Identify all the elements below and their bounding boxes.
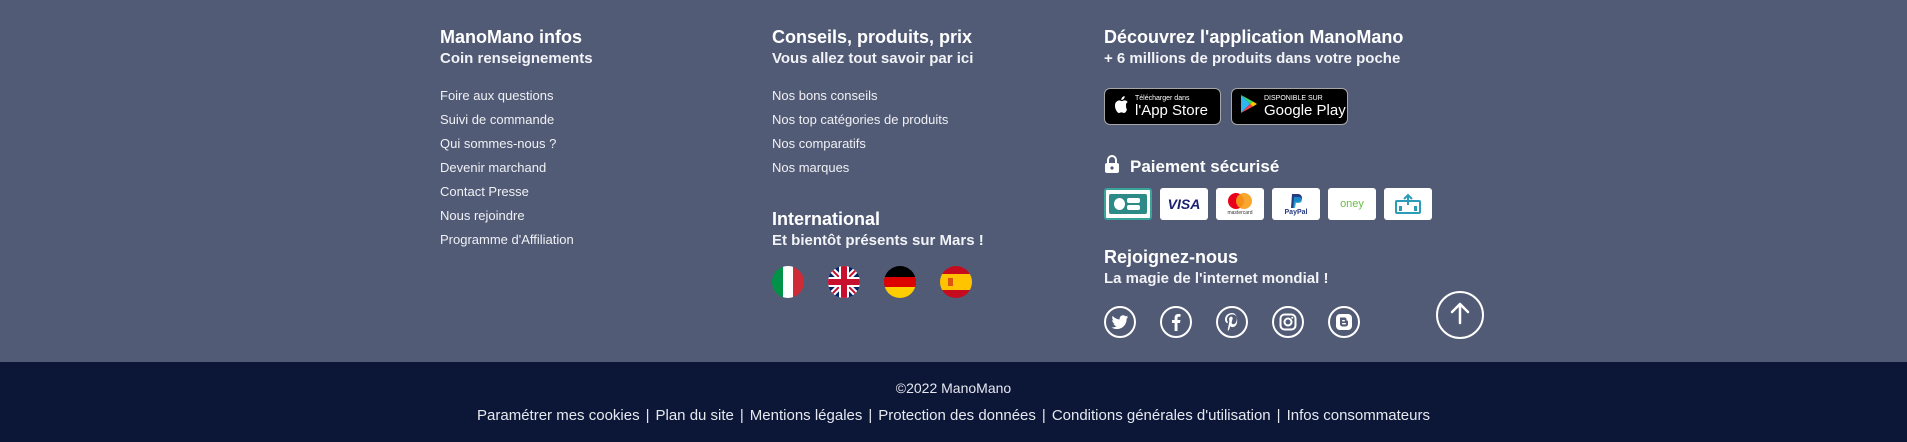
visa-card-icon: VISA bbox=[1160, 188, 1208, 220]
instagram-icon[interactable] bbox=[1272, 306, 1304, 338]
link-faq[interactable]: Foire aux questions bbox=[440, 84, 593, 108]
app-column: Découvrez l'application ManoMano + 6 mil… bbox=[1104, 26, 1432, 338]
cb-card-icon bbox=[1104, 188, 1152, 220]
link-terms[interactable]: Conditions générales d'utilisation bbox=[1052, 407, 1271, 424]
arrow-up-icon bbox=[1449, 301, 1471, 330]
infos-title: ManoMano infos bbox=[440, 27, 582, 47]
join-section: Rejoignez-nous La magie de l'internet mo… bbox=[1104, 246, 1432, 338]
store-badges: Télécharger dans l'App Store DISPONIBLE … bbox=[1104, 88, 1432, 125]
link-brands[interactable]: Nos marques bbox=[772, 156, 984, 180]
link-careers[interactable]: Nous rejoindre bbox=[440, 204, 593, 228]
footer-main: ManoMano infos Coin renseignements Foire… bbox=[0, 0, 1907, 362]
google-play-button[interactable]: DISPONIBLE SUR Google Play bbox=[1231, 88, 1348, 125]
secure-payment-title: Paiement sécurisé bbox=[1130, 156, 1280, 176]
google-play-text: DISPONIBLE SUR Google Play bbox=[1264, 95, 1346, 118]
link-data-protection[interactable]: Protection des données bbox=[878, 407, 1036, 424]
oney-card-icon: oney bbox=[1328, 188, 1376, 220]
payment-cards: VISA mastercard PayPal oney bbox=[1104, 188, 1432, 220]
infos-column: ManoMano infos Coin renseignements Foire… bbox=[440, 26, 593, 252]
blogger-icon[interactable] bbox=[1328, 306, 1360, 338]
germany-flag-icon[interactable] bbox=[884, 266, 916, 298]
app-store-text: Télécharger dans l'App Store bbox=[1135, 95, 1208, 118]
conseils-links: Nos bons conseils Nos top catégories de … bbox=[772, 84, 984, 180]
join-title: Rejoignez-nous bbox=[1104, 247, 1238, 267]
infos-subtitle: Coin renseignements bbox=[440, 50, 593, 67]
secure-payment-heading: Paiement sécurisé bbox=[1104, 155, 1432, 178]
mastercard-card-icon: mastercard bbox=[1216, 188, 1264, 220]
app-store-button[interactable]: Télécharger dans l'App Store bbox=[1104, 88, 1221, 125]
separator: | bbox=[1276, 407, 1281, 424]
lock-icon bbox=[1104, 155, 1120, 178]
oney-label: oney bbox=[1340, 198, 1364, 210]
social-links bbox=[1104, 306, 1432, 338]
link-advice[interactable]: Nos bons conseils bbox=[772, 84, 984, 108]
conseils-subtitle: Vous allez tout savoir par ici bbox=[772, 50, 974, 67]
paypal-card-icon: PayPal bbox=[1272, 188, 1320, 220]
conseils-column: Conseils, produits, prix Vous allez tout… bbox=[772, 26, 984, 298]
conseils-title: Conseils, produits, prix bbox=[772, 27, 973, 47]
mastercard-label: mastercard bbox=[1227, 210, 1253, 216]
facebook-icon[interactable] bbox=[1160, 306, 1192, 338]
link-about[interactable]: Qui sommes-nous ? bbox=[440, 132, 593, 156]
uk-flag-icon[interactable] bbox=[828, 266, 860, 298]
link-consumer-info[interactable]: Infos consommateurs bbox=[1287, 407, 1430, 424]
bank-transfer-card-icon bbox=[1384, 188, 1432, 220]
app-subtitle: + 6 millions de produits dans votre poch… bbox=[1104, 50, 1401, 67]
pinterest-icon[interactable] bbox=[1216, 306, 1248, 338]
link-press[interactable]: Contact Presse bbox=[440, 180, 593, 204]
link-top-categories[interactable]: Nos top catégories de produits bbox=[772, 108, 984, 132]
paypal-label: PayPal bbox=[1284, 208, 1308, 216]
link-become-seller[interactable]: Devenir marchand bbox=[440, 156, 593, 180]
link-comparisons[interactable]: Nos comparatifs bbox=[772, 132, 984, 156]
twitter-icon[interactable] bbox=[1104, 306, 1136, 338]
spain-flag-icon[interactable] bbox=[940, 266, 972, 298]
copyright-text: ©2022 ManoMano bbox=[895, 380, 1012, 396]
infos-links: Foire aux questions Suivi de commande Qu… bbox=[440, 84, 593, 252]
separator: | bbox=[1041, 407, 1046, 424]
google-play-small-label: DISPONIBLE SUR bbox=[1264, 95, 1323, 102]
google-play-label: Google Play bbox=[1264, 102, 1346, 119]
international-subtitle: Et bientôt présents sur Mars ! bbox=[772, 232, 984, 249]
separator: | bbox=[739, 407, 744, 424]
app-store-small-label: Télécharger dans bbox=[1135, 95, 1190, 102]
join-subtitle: La magie de l'internet mondial ! bbox=[1104, 270, 1329, 287]
international-title: International bbox=[772, 209, 881, 229]
footer-legal-bar: ©2022 ManoMano Paramétrer mes cookies | Pl… bbox=[0, 362, 1907, 442]
international-section: International Et bientôt présents sur Ma… bbox=[772, 208, 984, 298]
apple-icon bbox=[1113, 95, 1129, 119]
legal-links: Paramétrer mes cookies | Plan du site | Ment… bbox=[0, 407, 1907, 425]
separator: | bbox=[868, 407, 873, 424]
link-order-tracking[interactable]: Suivi de commande bbox=[440, 108, 593, 132]
link-legal-notice[interactable]: Mentions légales bbox=[750, 407, 863, 424]
google-play-icon bbox=[1240, 94, 1258, 119]
country-flags bbox=[772, 266, 984, 298]
link-cookie-settings[interactable]: Paramétrer mes cookies bbox=[477, 407, 640, 424]
separator: | bbox=[645, 407, 650, 424]
link-sitemap[interactable]: Plan du site bbox=[656, 407, 734, 424]
italy-flag-icon[interactable] bbox=[772, 266, 804, 298]
link-affiliation[interactable]: Programme d'Affiliation bbox=[440, 228, 593, 252]
back-to-top-button[interactable] bbox=[1436, 291, 1484, 339]
app-title: Découvrez l'application ManoMano bbox=[1104, 27, 1404, 47]
app-store-label: l'App Store bbox=[1135, 102, 1208, 119]
